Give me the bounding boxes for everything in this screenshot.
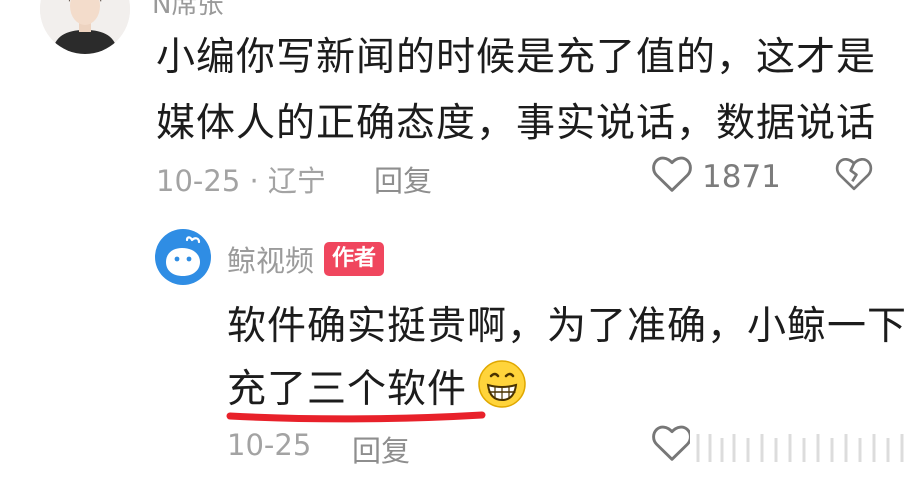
heart-outline-icon <box>650 153 694 201</box>
comment-text-line-1: 小编你写新闻的时候是充了值的，这才是 <box>156 35 877 80</box>
comment-like-count: 1871 <box>702 159 781 195</box>
whale-avatar-icon[interactable] <box>154 228 212 290</box>
comment-meta: 10-25 · 辽宁 <box>156 164 326 198</box>
comment-user-name[interactable]: N席张 <box>152 0 223 21</box>
watermark-overlay <box>690 424 912 470</box>
comment-dislike-button[interactable] <box>834 154 874 196</box>
reply-text-line-1: 软件确实挺贵啊，为了准确，小鲸一下 <box>227 304 908 349</box>
reply-text-line-2-row: 充了三个软件 <box>227 358 527 414</box>
author-badge: 作者 <box>324 242 385 276</box>
reply-reply-button[interactable]: 回复 <box>352 428 410 470</box>
comment-text-line-2: 媒体人的正确态度，事实说话，数据说话 <box>156 101 877 146</box>
reply-text-line-2: 充了三个软件 <box>227 367 468 412</box>
reply-author-header: 鲸视频 作者 <box>227 238 385 280</box>
heart-outline-icon <box>650 422 694 470</box>
broken-heart-icon <box>834 158 874 196</box>
comment-reply-button[interactable]: 回复 <box>374 158 432 200</box>
grinning-emoji-icon <box>477 359 527 413</box>
red-underline-mark <box>226 408 488 428</box>
reply-author-name[interactable]: 鲸视频 <box>227 238 314 280</box>
comment-like-button[interactable]: 1871 <box>650 153 781 201</box>
reply-meta: 10-25 <box>227 428 312 462</box>
user-avatar[interactable] <box>40 0 130 54</box>
